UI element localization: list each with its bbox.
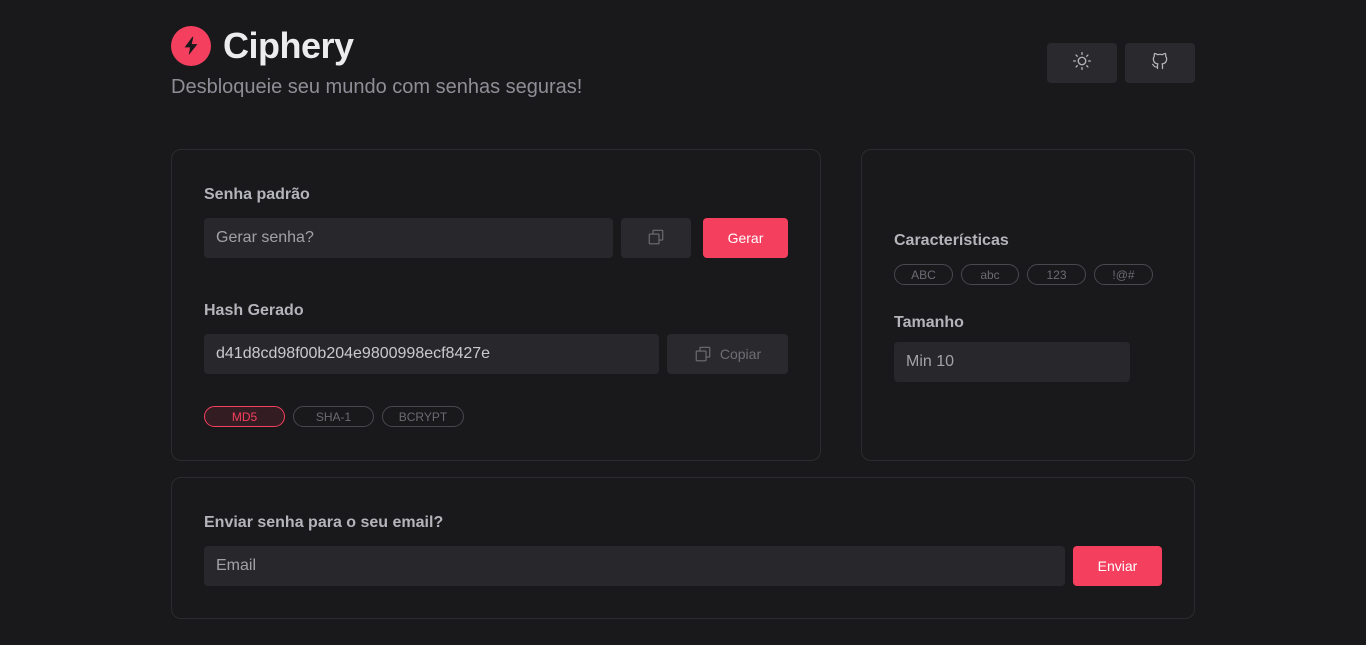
copy-icon (694, 345, 712, 363)
lightning-bolt-icon (171, 26, 211, 66)
features-label: Características (894, 232, 1009, 249)
settings-card: Características ABC abc 123 !@# Tamanho … (861, 149, 1195, 461)
algorithm-bcrypt[interactable]: BCRYPT (382, 406, 464, 427)
email-placeholder: Email (216, 557, 257, 574)
copy-hash-button[interactable]: Copiar (667, 334, 788, 374)
feature-uppercase[interactable]: ABC (894, 264, 953, 285)
password-field[interactable]: Gerar senha? (204, 218, 613, 258)
password-label: Senha padrão (204, 186, 310, 203)
hash-label: Hash Gerado (204, 302, 304, 319)
theme-toggle-button[interactable] (1047, 43, 1117, 83)
feature-lowercase[interactable]: abc (961, 264, 1019, 285)
github-icon (1150, 51, 1170, 76)
feature-numbers[interactable]: 123 (1027, 264, 1086, 285)
password-placeholder: Gerar senha? (216, 229, 314, 246)
hash-field[interactable]: d41d8cd98f00b204e9800998ecf8427e (204, 334, 659, 374)
hash-value: d41d8cd98f00b204e9800998ecf8427e (216, 345, 491, 362)
password-card: Senha padrão Gerar senha? Gerar Hash Ger… (171, 149, 821, 461)
tagline: Desbloqueie seu mundo com senhas seguras… (171, 76, 583, 98)
copy-password-button[interactable] (621, 218, 691, 258)
email-card: Enviar senha para o seu email? Email Env… (171, 477, 1195, 619)
sun-icon (1072, 51, 1092, 76)
length-label: Tamanho (894, 314, 964, 331)
email-label: Enviar senha para o seu email? (204, 514, 444, 531)
copy-hash-label: Copiar (719, 346, 762, 362)
github-button[interactable] (1125, 43, 1195, 83)
length-field[interactable]: Min 10 (894, 342, 1130, 382)
brand: Ciphery (171, 25, 354, 67)
length-placeholder: Min 10 (906, 353, 955, 370)
feature-symbols[interactable]: !@# (1094, 264, 1153, 285)
algorithm-md5[interactable]: MD5 (204, 406, 285, 427)
email-field[interactable]: Email (204, 546, 1065, 586)
send-button[interactable]: Enviar (1073, 546, 1162, 586)
generate-button[interactable]: Gerar (703, 218, 788, 258)
app-title: Ciphery (223, 25, 354, 66)
algorithm-sha1[interactable]: SHA-1 (293, 406, 374, 427)
copy-icon (647, 228, 665, 249)
